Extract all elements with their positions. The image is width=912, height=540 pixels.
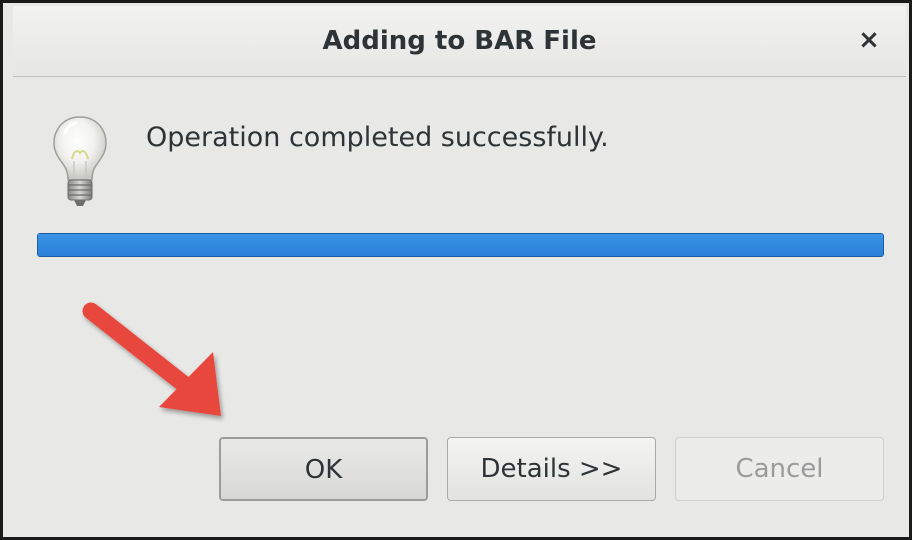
ok-button[interactable]: OK xyxy=(219,437,428,501)
dialog-window: Adding to BAR File × Operation completed… xyxy=(0,0,912,540)
cancel-button: Cancel xyxy=(675,437,884,501)
close-icon[interactable]: × xyxy=(852,23,886,57)
details-button[interactable]: Details >> xyxy=(447,437,656,501)
progress-bar xyxy=(37,233,884,257)
status-message: Operation completed successfully. xyxy=(146,122,609,153)
lightbulb-icon xyxy=(53,116,107,206)
progress-bar-fill xyxy=(38,234,883,256)
dialog-title: Adding to BAR File xyxy=(322,26,597,56)
title-bar[interactable]: Adding to BAR File × xyxy=(13,6,906,77)
